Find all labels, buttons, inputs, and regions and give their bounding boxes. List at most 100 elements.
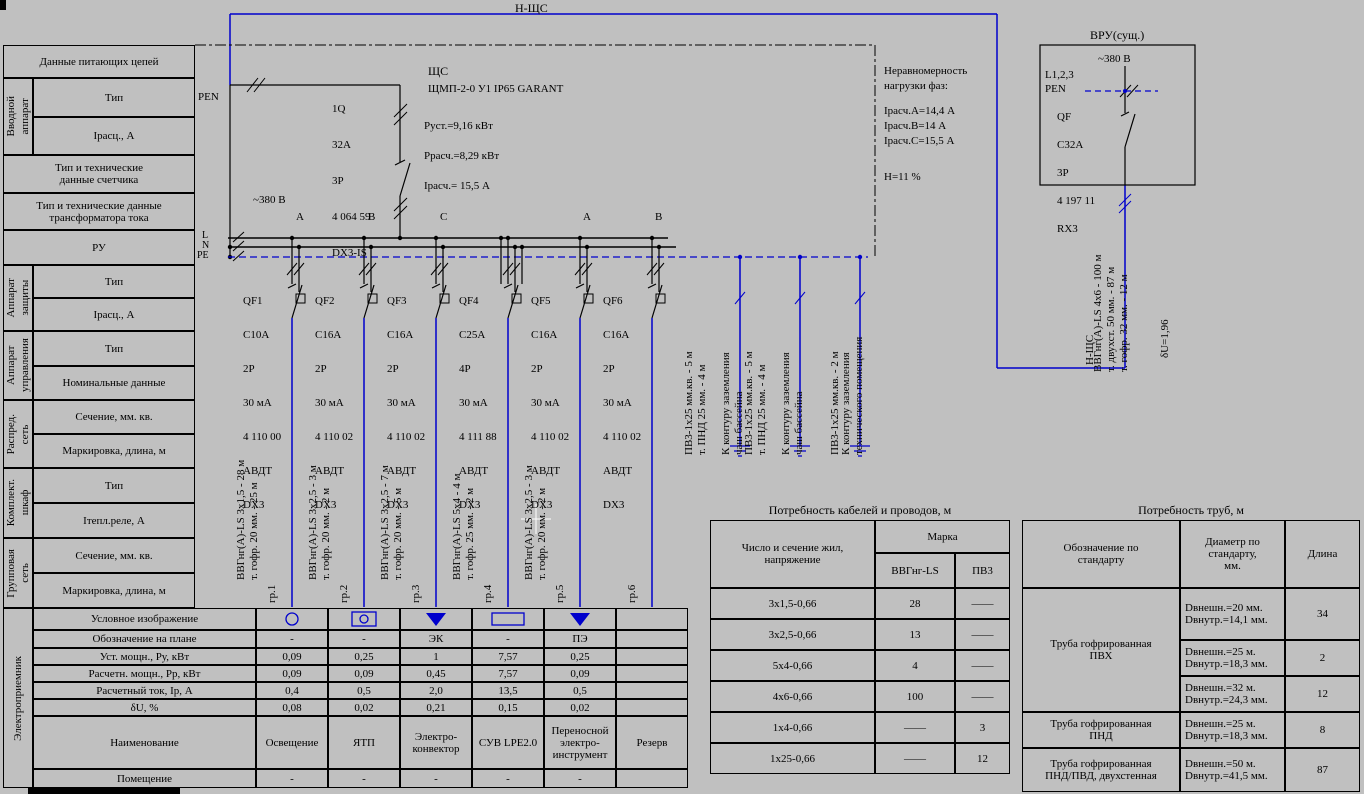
row-voltage-drop: δU, % [33,699,256,716]
breaker-poles: 2P [243,363,255,375]
group-cable-label: ВВГнг(А)-LS 3х2,5 - 7 м т. гофр. 20 мм. … [379,465,404,580]
panel-i-calc: Iрасч.= 15,5 А [424,180,490,192]
panel-boundary [195,44,876,258]
vru-pen-label: PEN [1045,83,1066,95]
breaker-leak: 30 мА [387,397,416,409]
name-cell: Переносной электро- инструмент [544,716,616,769]
room-cell: - [256,769,328,788]
designation-cell: ПЭ [544,630,616,648]
row-protection-type: Тип [33,265,195,298]
vru-breaker-tag: QF [1057,111,1072,123]
cable-size-cell: 4х6-0,66 [710,681,875,712]
cat-cabinet-label: Комплект. шкаф [5,479,31,527]
row-plan-designation: Обозначение на плане [33,630,256,648]
current-cell: 2,0 [400,682,472,699]
breaker-poles: 2P [387,363,399,375]
designation-cell: - [256,630,328,648]
current-cell: 13,5 [472,682,544,699]
vru-breaker-article: 4 197 11 [1057,195,1096,207]
p-inst-cell: 7,57 [472,648,544,665]
breaker-current: C16A [531,329,558,341]
drawing-area[interactable]: Данные питающих цепей Вводной аппарат Ти… [0,0,1364,794]
breaker-current: C16A [387,329,414,341]
room-cell: - [472,769,544,788]
breaker-leak: 30 мА [603,397,632,409]
pipe-len-cell: 8 [1285,712,1360,748]
cat-distribution-net: Распред. сеть [3,400,33,468]
p-calc-cell: 7,57 [472,665,544,682]
du-cell: 0,21 [400,699,472,716]
p-inst-cell: 1 [400,648,472,665]
pipes-dia-header: Диаметр по стандарту, мм. [1180,520,1285,588]
symbol-cell [544,608,616,630]
panel-type: ЩМП-2-0 У1 IP65 GARANT [428,83,564,95]
breaker-leak: 30 мА [531,397,560,409]
name-cell: ЯТП [328,716,400,769]
vru-lines-label: L1,2,3 [1045,69,1074,81]
pipe-type-cell: Труба гофрированная ПНД/ПВД, двухстенная [1022,748,1180,792]
imbalance-h: Н=11 % [884,171,921,183]
row-calc-current: Расчетный ток, Iр, А [33,682,256,699]
group-number: гр.5 [554,584,566,603]
cable-v1-cell: 13 [875,619,955,650]
vru-breaker-series: RX3 [1057,223,1078,235]
p-inst-cell: 0,09 [256,648,328,665]
cable-size-cell: 3х1,5-0,66 [710,588,875,619]
row-input-current: Iрасц., А [33,117,195,155]
breaker-article: 4 111 88 [459,431,497,443]
row-cabinet-relay: Iтепл.реле, А [33,503,195,538]
breaker-current: C25A [459,329,486,341]
p-inst-cell: 0,25 [544,648,616,665]
row-dist-section: Сечение, мм. кв. [33,400,195,434]
group-cable-label: ВВГнг(А)-LS 3х2,5 - 3 м т. гофр. 20 мм. … [523,465,548,580]
current-cell: 0,5 [328,682,400,699]
panel-powers: Руст.=9,16 кВт Ррасч.=8,29 кВт Iрасч.= 1… [424,104,499,209]
p-inst-cell: 0,25 [328,648,400,665]
cables-table-title: Потребность кабелей и проводов, м [768,503,952,517]
phase-label: B [655,211,663,223]
phase-label: A [296,211,304,223]
row-meter-data: Тип и технические данные счетчика [3,155,195,193]
breaker-article: 4 110 00 [243,431,282,443]
breaker-tag: QF5 [531,295,551,307]
panel-name: ЩС [428,64,449,78]
symbol-cell [400,608,472,630]
p-calc-cell [616,665,688,682]
cat-input-apparatus: Вводной аппарат [3,78,33,155]
pipe-dia-cell: Dвнешн.=32 м. Dвнутр.=24,3 мм. [1180,676,1285,712]
breaker-tag: QF3 [387,295,407,307]
row-control-type: Тип [33,331,195,366]
pipe-dia-cell: Dвнешн.=20 мм. Dвнутр.=14,1 мм. [1180,588,1285,640]
designation-cell: - [328,630,400,648]
cat-consumer-label: Электроприемник [12,655,24,741]
pipe-type-cell: Труба гофрированная ПНД [1022,712,1180,748]
panel-p-calc: Ррасч.=8,29 кВт [424,150,500,162]
cat-protection: Аппарат защиты [3,265,33,331]
row-dist-marking: Маркировка, длина, м [33,434,195,468]
vru-voltage: ~380 В [1098,53,1131,65]
p-calc-cell: 0,09 [544,665,616,682]
group-cable-label: ВВГнг(А)-LS 5х4 - 4 м т. гофр. 25 мм. - … [451,473,476,580]
pipe-len-cell: 87 [1285,748,1360,792]
group-circuit-5 [574,235,594,607]
breaker-poles: 4P [459,363,471,375]
vru-du-label: δU=1,96 [1159,319,1171,358]
symbol-cell [472,608,544,630]
row-group-marking: Маркировка, длина, м [33,573,195,608]
name-cell: СУВ LPE2.0 [472,716,544,769]
cables-brand2-header: ПВ3 [955,553,1010,588]
group-circuit-2 [358,235,378,607]
breaker-current: C16A [315,329,342,341]
cable-v2-cell: —— [955,619,1010,650]
imbalance-title: Неравномерность нагрузки фаз: [884,65,968,92]
group-number: гр.4 [482,584,494,603]
row-calc-power: Расчетн. мощн., Рр, кВт [33,665,256,682]
current-cell [616,682,688,699]
p-calc-cell: 0,09 [328,665,400,682]
panel-voltage: ~380 В [253,194,286,206]
name-cell: Электро- конвектор [400,716,472,769]
symbol-cell [616,608,688,630]
symbol-cell [328,608,400,630]
breaker-article: 4 110 02 [603,431,642,443]
breaker-leak: 30 мА [315,397,344,409]
